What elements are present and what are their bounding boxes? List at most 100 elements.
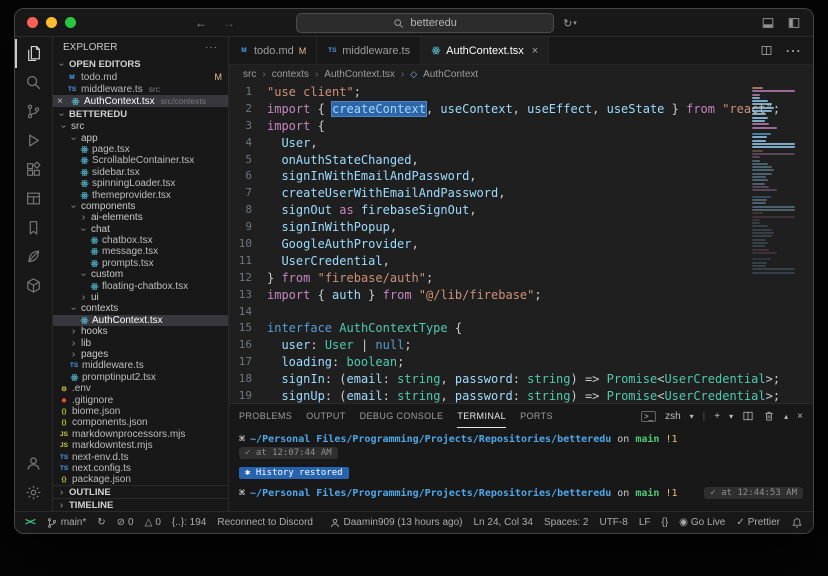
breadcrumb-item-AuthContext.tsx[interactable]: AuthContext.tsx <box>324 69 395 80</box>
tree-file-package.json[interactable]: {}package.json <box>53 474 228 485</box>
tab-middleware.ts[interactable]: TSmiddleware.ts <box>317 37 421 64</box>
panel-tab-problems[interactable]: PROBLEMS <box>239 404 292 428</box>
editor-more-icon[interactable]: ⋯ <box>785 41 801 61</box>
tab-AuthContext.tsx[interactable]: AuthContext.tsx× <box>421 37 549 64</box>
encoding[interactable]: UTF-8 <box>599 517 627 528</box>
activity-item-table[interactable] <box>15 184 53 213</box>
tree-file-.gitignore[interactable]: ◆.gitignore <box>53 394 228 405</box>
tree-folder-src[interactable]: ›src <box>53 121 228 132</box>
shell-dropdown-icon[interactable]: ▾ <box>690 412 694 421</box>
tree-file-components.json[interactable]: {}components.json <box>53 417 228 428</box>
shell-name[interactable]: zsh <box>665 411 681 422</box>
tree-folder-pages[interactable]: ›pages <box>53 349 228 360</box>
terminal-dropdown-icon[interactable]: ▾ <box>729 412 733 421</box>
tree-file-page.tsx[interactable]: page.tsx <box>53 144 228 155</box>
maximize-panel-button[interactable]: ▴ <box>784 412 788 421</box>
tree-file-markdownprocessors.mjs[interactable]: JSmarkdownprocessors.mjs <box>53 429 228 440</box>
activity-item-explorer[interactable] <box>15 39 53 68</box>
tree-file-next.config.ts[interactable]: TSnext.config.ts <box>53 463 228 474</box>
outline-header[interactable]: › OUTLINE <box>53 485 228 498</box>
kill-terminal-button[interactable] <box>763 410 775 422</box>
sidebar-more-icon[interactable]: ··· <box>205 42 218 53</box>
remote-indicator[interactable]: >< <box>25 517 35 528</box>
tree-file-.env[interactable]: ⚙.env <box>53 383 228 394</box>
tree-folder-chat[interactable]: ›chat <box>53 224 228 235</box>
tree-file-chatbox.tsx[interactable]: chatbox.tsx <box>53 235 228 246</box>
panel-tab-ports[interactable]: PORTS <box>520 404 553 428</box>
tree-folder-ui[interactable]: ›ui <box>53 292 228 303</box>
tree-file-sidebar.tsx[interactable]: sidebar.tsx <box>53 167 228 178</box>
prettier[interactable]: ✓Prettier <box>736 517 780 528</box>
tree-folder-lib[interactable]: ›lib <box>53 337 228 348</box>
tree-file-prompts.tsx[interactable]: prompts.tsx <box>53 258 228 269</box>
minimize-window-button[interactable] <box>46 17 57 28</box>
panel-tab-output[interactable]: OUTPUT <box>306 404 345 428</box>
minimap[interactable] <box>749 85 805 403</box>
bracket-count[interactable]: {..}: 194 <box>172 517 206 528</box>
git-blame[interactable]: Daamin909 (13 hours ago) <box>329 517 463 529</box>
activity-item-mongodb[interactable] <box>15 242 53 271</box>
zoom-window-button[interactable] <box>65 17 76 28</box>
tree-file-spinningLoader.tsx[interactable]: spinningLoader.tsx <box>53 178 228 189</box>
problems-errors[interactable]: ⊘0 <box>117 517 134 528</box>
tree-file-biome.json[interactable]: {}biome.json <box>53 406 228 417</box>
tree-file-AuthContext.tsx[interactable]: AuthContext.tsx <box>53 315 228 326</box>
activity-item-cube[interactable] <box>15 271 53 300</box>
terminal-body[interactable]: ⌘~/Personal Files/Programming/Projects/R… <box>229 428 813 511</box>
tree-file-floating-chatbox.tsx[interactable]: floating-chatbox.tsx <box>53 280 228 291</box>
activity-item-account[interactable] <box>15 449 53 478</box>
tree-file-next-env.d.ts[interactable]: TSnext-env.d.ts <box>53 451 228 462</box>
new-terminal-button[interactable]: + <box>714 411 720 422</box>
tree-folder-ai-elements[interactable]: ›ai-elements <box>53 212 228 223</box>
open-editors-header[interactable]: › OPEN EDITORS <box>53 57 228 71</box>
tree-file-themeprovider.tsx[interactable]: themeprovider.tsx <box>53 189 228 200</box>
breadcrumb[interactable]: src›contexts›AuthContext.tsx›◇AuthContex… <box>229 65 813 83</box>
tab-todo.md[interactable]: Mtodo.mdM <box>229 37 317 64</box>
refresh-icon[interactable]: ↻▾ <box>563 17 577 30</box>
tree-file-promptinput2.tsx[interactable]: promptinput2.tsx <box>53 372 228 383</box>
sync-changes[interactable]: ↻ <box>97 517 105 528</box>
activity-item-search[interactable] <box>15 68 53 97</box>
open-editor-middleware.ts[interactable]: TSmiddleware.tssrc <box>53 83 228 95</box>
eol[interactable]: LF <box>639 517 651 528</box>
notifications[interactable] <box>791 517 803 529</box>
nav-forward-icon[interactable]: → <box>223 16 235 30</box>
activity-item-bookmarks[interactable] <box>15 213 53 242</box>
tree-file-ScrollableContainer.tsx[interactable]: ScrollableContainer.tsx <box>53 155 228 166</box>
code-editor[interactable]: 1"use client";2import { createContext, u… <box>229 83 813 403</box>
activity-item-extensions[interactable] <box>15 155 53 184</box>
git-branch[interactable]: main* <box>46 517 87 529</box>
breadcrumb-item-src[interactable]: src <box>243 69 256 80</box>
tree-folder-contexts[interactable]: ›contexts <box>53 303 228 314</box>
breadcrumb-item-contexts[interactable]: contexts <box>272 69 309 80</box>
cursor-position[interactable]: Ln 24, Col 34 <box>473 517 533 528</box>
tree-file-markdowntest.mjs[interactable]: JSmarkdowntest.mjs <box>53 440 228 451</box>
open-editor-AuthContext.tsx[interactable]: ×AuthContext.tsxsrc/contexts <box>53 95 228 107</box>
project-header[interactable]: › BETTEREDU <box>53 107 228 121</box>
breadcrumb-item-AuthContext[interactable]: AuthContext <box>423 69 478 80</box>
close-tab-icon[interactable]: × <box>532 45 538 57</box>
activity-item-run-and-debug[interactable] <box>15 126 53 155</box>
language-mode[interactable]: {} <box>661 517 668 528</box>
discord-reconnect[interactable]: Reconnect to Discord <box>217 517 313 528</box>
go-live[interactable]: ◉Go Live <box>679 517 725 528</box>
tree-folder-hooks[interactable]: ›hooks <box>53 326 228 337</box>
split-editor-icon[interactable] <box>760 44 773 57</box>
customize-layout-icon[interactable] <box>787 16 801 30</box>
tree-folder-custom[interactable]: ›custom <box>53 269 228 280</box>
panel-tab-terminal[interactable]: TERMINAL <box>457 404 506 428</box>
tree-folder-components[interactable]: ›components <box>53 201 228 212</box>
indentation[interactable]: Spaces: 2 <box>544 517 588 528</box>
tree-file-message.tsx[interactable]: message.tsx <box>53 246 228 257</box>
close-panel-button[interactable]: × <box>797 411 803 422</box>
tree-folder-app[interactable]: ›app <box>53 132 228 143</box>
activity-item-settings[interactable] <box>15 478 53 507</box>
toggle-panel-icon[interactable] <box>761 16 775 30</box>
command-center-search[interactable]: betteredu <box>296 13 554 33</box>
panel-tab-debug-console[interactable]: DEBUG CONSOLE <box>360 404 444 428</box>
activity-item-source-control[interactable] <box>15 97 53 126</box>
close-icon[interactable]: × <box>57 96 66 107</box>
nav-back-icon[interactable]: ← <box>195 16 207 30</box>
open-editor-todo.md[interactable]: Mtodo.mdM <box>53 71 228 83</box>
tree-file-middleware.ts[interactable]: TSmiddleware.ts <box>53 360 228 371</box>
